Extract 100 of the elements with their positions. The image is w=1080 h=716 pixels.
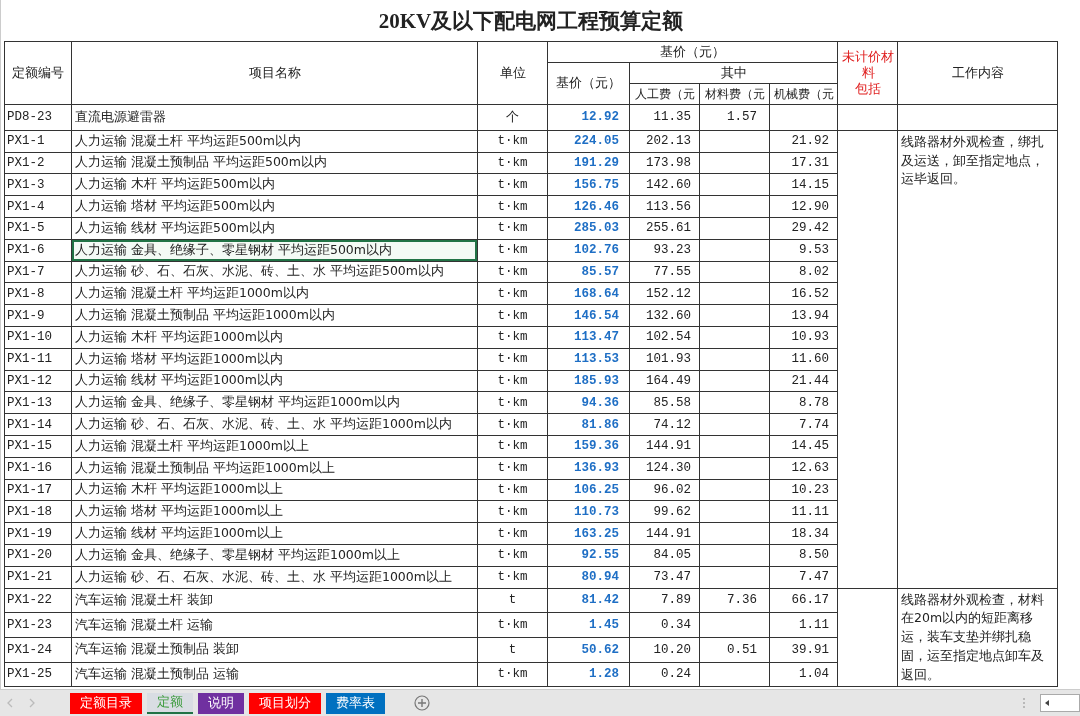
table-cell[interactable]: 人力运输 线材 平均运距1000m以上 xyxy=(71,522,478,545)
table-cell: 102.76 xyxy=(547,239,630,262)
table-cell: PX1-3 xyxy=(4,173,72,196)
table-cell[interactable]: 汽车运输 混凝土杆 运输 xyxy=(71,612,478,638)
table-cell[interactable]: 汽车运输 混凝土预制品 运输 xyxy=(71,662,478,687)
table-cell[interactable]: 人力运输 混凝土预制品 平均运距500m以内 xyxy=(71,152,478,174)
table-cell: 144.91 xyxy=(629,435,700,458)
table-cell: 81.42 xyxy=(547,588,630,613)
table-cell: 285.03 xyxy=(547,217,630,240)
table-cell[interactable]: 人力运输 砂、石、石灰、水泥、砖、土、水 平均运距1000m以上 xyxy=(71,566,478,589)
table-cell: 0.24 xyxy=(629,662,700,687)
table-cell: PX1-6 xyxy=(4,239,72,262)
table-cell[interactable]: 直流电源避雷器 xyxy=(71,104,478,131)
table-cell xyxy=(699,500,770,523)
table-cell xyxy=(699,522,770,545)
table-cell: 113.47 xyxy=(547,326,630,349)
table-cell: 191.29 xyxy=(547,152,630,174)
table-cell: 142.60 xyxy=(629,173,700,196)
table-cell xyxy=(699,435,770,458)
table-cell xyxy=(699,282,770,305)
table-cell xyxy=(699,152,770,174)
table-cell: PX1-12 xyxy=(4,370,72,392)
table-cell: PX1-15 xyxy=(4,435,72,458)
table-cell: PX1-25 xyxy=(4,662,72,687)
table-cell: 85.57 xyxy=(547,261,630,283)
table-cell xyxy=(699,239,770,262)
splitter-icon[interactable] xyxy=(1022,697,1026,709)
table-cell: 99.62 xyxy=(629,500,700,523)
table-cell: 66.17 xyxy=(769,588,838,613)
table-cell xyxy=(699,391,770,414)
header-text: 包括 xyxy=(854,81,882,98)
table-cell xyxy=(699,326,770,349)
table-cell[interactable]: 人力运输 金具、绝缘子、零星钢材 平均运距500m以内 xyxy=(71,239,478,262)
table-cell: 94.36 xyxy=(547,391,630,414)
table-cell[interactable]: 人力运输 砂、石、石灰、水泥、砖、土、水 平均运距500m以内 xyxy=(71,261,478,283)
table-cell[interactable]: 人力运输 混凝土预制品 平均运距1000m以上 xyxy=(71,457,478,480)
table-cell: 个 xyxy=(477,104,548,131)
table-cell: 156.75 xyxy=(547,173,630,196)
add-sheet-icon[interactable] xyxy=(414,695,430,711)
table-cell: PX1-10 xyxy=(4,326,72,349)
table-cell[interactable]: 人力运输 砂、石、石灰、水泥、砖、土、水 平均运距1000m以内 xyxy=(71,413,478,436)
table-cell: 202.13 xyxy=(629,130,700,153)
table-cell[interactable]: 人力运输 木杆 平均运距1000m以上 xyxy=(71,479,478,501)
table-cell[interactable]: 人力运输 金具、绝缘子、零星钢材 平均运距1000m以内 xyxy=(71,391,478,414)
sheet-title: 20KV及以下配电网工程预算定额 xyxy=(4,0,1058,42)
table-cell xyxy=(699,348,770,371)
table-cell: 113.56 xyxy=(629,195,700,218)
table-cell[interactable]: 人力运输 塔材 平均运距1000m以内 xyxy=(71,348,478,371)
table-cell: 124.30 xyxy=(629,457,700,480)
table-cell: t·km xyxy=(477,500,548,523)
table-cell: PX1-23 xyxy=(4,612,72,638)
table-cell[interactable]: 人力运输 混凝土预制品 平均运距1000m以内 xyxy=(71,304,478,327)
sheet-tab[interactable]: 费率表 xyxy=(326,692,385,714)
table-cell[interactable]: 人力运输 塔材 平均运距1000m以上 xyxy=(71,500,478,523)
table-cell[interactable]: 人力运输 线材 平均运距500m以内 xyxy=(71,217,478,240)
table-cell: 0.34 xyxy=(629,612,700,638)
table-cell[interactable]: 人力运输 金具、绝缘子、零星钢材 平均运距1000m以上 xyxy=(71,544,478,567)
table-cell xyxy=(699,130,770,153)
table-cell[interactable]: 人力运输 木杆 平均运距500m以内 xyxy=(71,173,478,196)
table-cell[interactable]: 人力运输 混凝土杆 平均运距1000m以上 xyxy=(71,435,478,458)
table-cell xyxy=(699,662,770,687)
table-cell: 126.46 xyxy=(547,195,630,218)
scroll-right-icon[interactable] xyxy=(28,698,36,708)
table-cell: t·km xyxy=(477,239,548,262)
table-cell[interactable]: 人力运输 混凝土杆 平均运距500m以内 xyxy=(71,130,478,153)
table-cell: 102.54 xyxy=(629,326,700,349)
table-cell[interactable]: 人力运输 木杆 平均运距1000m以内 xyxy=(71,326,478,349)
table-cell[interactable]: 人力运输 塔材 平均运距500m以内 xyxy=(71,195,478,218)
table-cell: 0.51 xyxy=(699,637,770,663)
table-cell: t·km xyxy=(477,544,548,567)
table-cell: 152.12 xyxy=(629,282,700,305)
table-cell: 144.91 xyxy=(629,522,700,545)
sheet-tab[interactable]: 项目划分 xyxy=(249,692,321,714)
table-cell: 10.20 xyxy=(629,637,700,663)
table-cell: 12.92 xyxy=(547,104,630,131)
table-cell: 11.35 xyxy=(629,104,700,131)
table-cell: 164.49 xyxy=(629,370,700,392)
table-cell[interactable]: 人力运输 线材 平均运距1000m以内 xyxy=(71,370,478,392)
table-cell: PX1-13 xyxy=(4,391,72,414)
sheet-tab[interactable]: 说明 xyxy=(198,692,244,714)
table-cell: PX1-9 xyxy=(4,304,72,327)
table-cell: 1.57 xyxy=(699,104,770,131)
table-cell: PX1-17 xyxy=(4,479,72,501)
table-cell[interactable]: 汽车运输 混凝土预制品 装卸 xyxy=(71,637,478,663)
table-cell: PD8-23 xyxy=(4,104,72,131)
table-cell: PX1-11 xyxy=(4,348,72,371)
table-cell xyxy=(699,566,770,589)
table-cell xyxy=(699,370,770,392)
table-cell xyxy=(699,413,770,436)
table-cell: t·km xyxy=(477,662,548,687)
table-cell: PX1-20 xyxy=(4,544,72,567)
table-cell[interactable]: 汽车运输 混凝土杆 装卸 xyxy=(71,588,478,613)
horizontal-scrollbar[interactable] xyxy=(1040,694,1080,712)
table-cell: 77.55 xyxy=(629,261,700,283)
table-cell[interactable]: 人力运输 混凝土杆 平均运距1000m以内 xyxy=(71,282,478,305)
table-cell: 96.02 xyxy=(629,479,700,501)
table-cell: t·km xyxy=(477,326,548,349)
table-cell: t·km xyxy=(477,130,548,153)
table-cell: 80.94 xyxy=(547,566,630,589)
sheet-tab[interactable]: 定额目录 xyxy=(70,692,142,714)
